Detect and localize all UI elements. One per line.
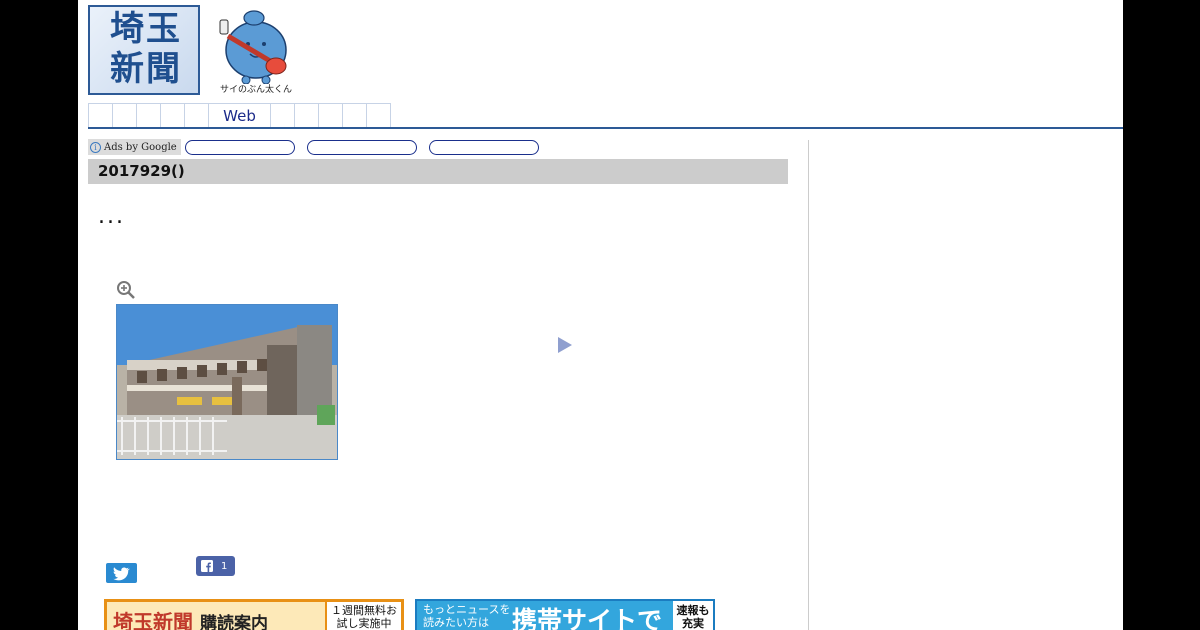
- ads-by-google-label[interactable]: i Ads by Google: [88, 139, 181, 155]
- tweet-button[interactable]: [106, 563, 137, 583]
- nav-tab[interactable]: [294, 103, 319, 128]
- subscribe-banner-title: 埼玉新聞 購読案内: [113, 606, 268, 630]
- zoom-in-icon[interactable]: [116, 280, 136, 300]
- nav-tab[interactable]: [270, 103, 295, 128]
- ad-link-pill[interactable]: [306, 139, 417, 155]
- subscribe-banner-logo: 埼玉新聞: [113, 610, 193, 630]
- nav-tab[interactable]: [88, 103, 113, 128]
- nav-tab[interactable]: [112, 103, 137, 128]
- ads-row: i Ads by Google: [88, 139, 539, 155]
- article-headline: ...: [98, 204, 125, 229]
- nav-tab[interactable]: [318, 103, 343, 128]
- subscribe-trial-badge: １週間無料お試し実施中: [325, 602, 401, 630]
- nav-tab[interactable]: [366, 103, 391, 128]
- info-icon: i: [90, 141, 101, 153]
- facebook-share-count: 1: [221, 560, 228, 572]
- logo-text: 埼玉新聞: [110, 9, 182, 89]
- mobile-banner-lead: もっとニュースを読みたい方は: [423, 603, 511, 629]
- mascot-image[interactable]: サイのぶん太くん: [210, 6, 302, 96]
- nav-tab[interactable]: [342, 103, 367, 128]
- nav-divider: [88, 127, 1123, 129]
- column-divider: [808, 140, 809, 630]
- mobile-banner-side: 速報も充実: [673, 601, 713, 630]
- article-photo[interactable]: [116, 304, 338, 460]
- page: 埼玉新聞 サイのぶん太くん Web i Ads by Google 201792…: [78, 0, 1123, 630]
- saitama-shimbun-logo[interactable]: 埼玉新聞: [88, 5, 200, 95]
- twitter-icon: [113, 567, 130, 581]
- facebook-icon: [201, 560, 213, 572]
- subscription-banner[interactable]: 埼玉新聞 購読案内 １週間無料お試し実施中: [104, 599, 404, 630]
- mascot-caption: サイのぶん太くん: [219, 85, 292, 95]
- mascot-illustration: [219, 10, 287, 85]
- nav-tab[interactable]: [184, 103, 209, 128]
- subscribe-banner-sub: 購読案内: [199, 614, 268, 630]
- mobile-site-banner[interactable]: もっとニュースを読みたい方は 携帯サイトで 速報も充実: [415, 599, 715, 630]
- ad-link-pill[interactable]: [428, 139, 539, 155]
- article-date-bar: 2017929(): [88, 159, 788, 184]
- slideshow-next-icon[interactable]: [557, 336, 573, 354]
- nav-tab[interactable]: [160, 103, 185, 128]
- mobile-banner-main: 携帯サイトで: [512, 606, 663, 630]
- global-nav: Web: [88, 103, 391, 128]
- ad-link-pill[interactable]: [184, 139, 295, 155]
- nav-tab[interactable]: [136, 103, 161, 128]
- ads-label-text: Ads by Google: [104, 141, 177, 153]
- nav-tab-web[interactable]: Web: [208, 103, 271, 128]
- facebook-share-button[interactable]: 1: [196, 556, 235, 576]
